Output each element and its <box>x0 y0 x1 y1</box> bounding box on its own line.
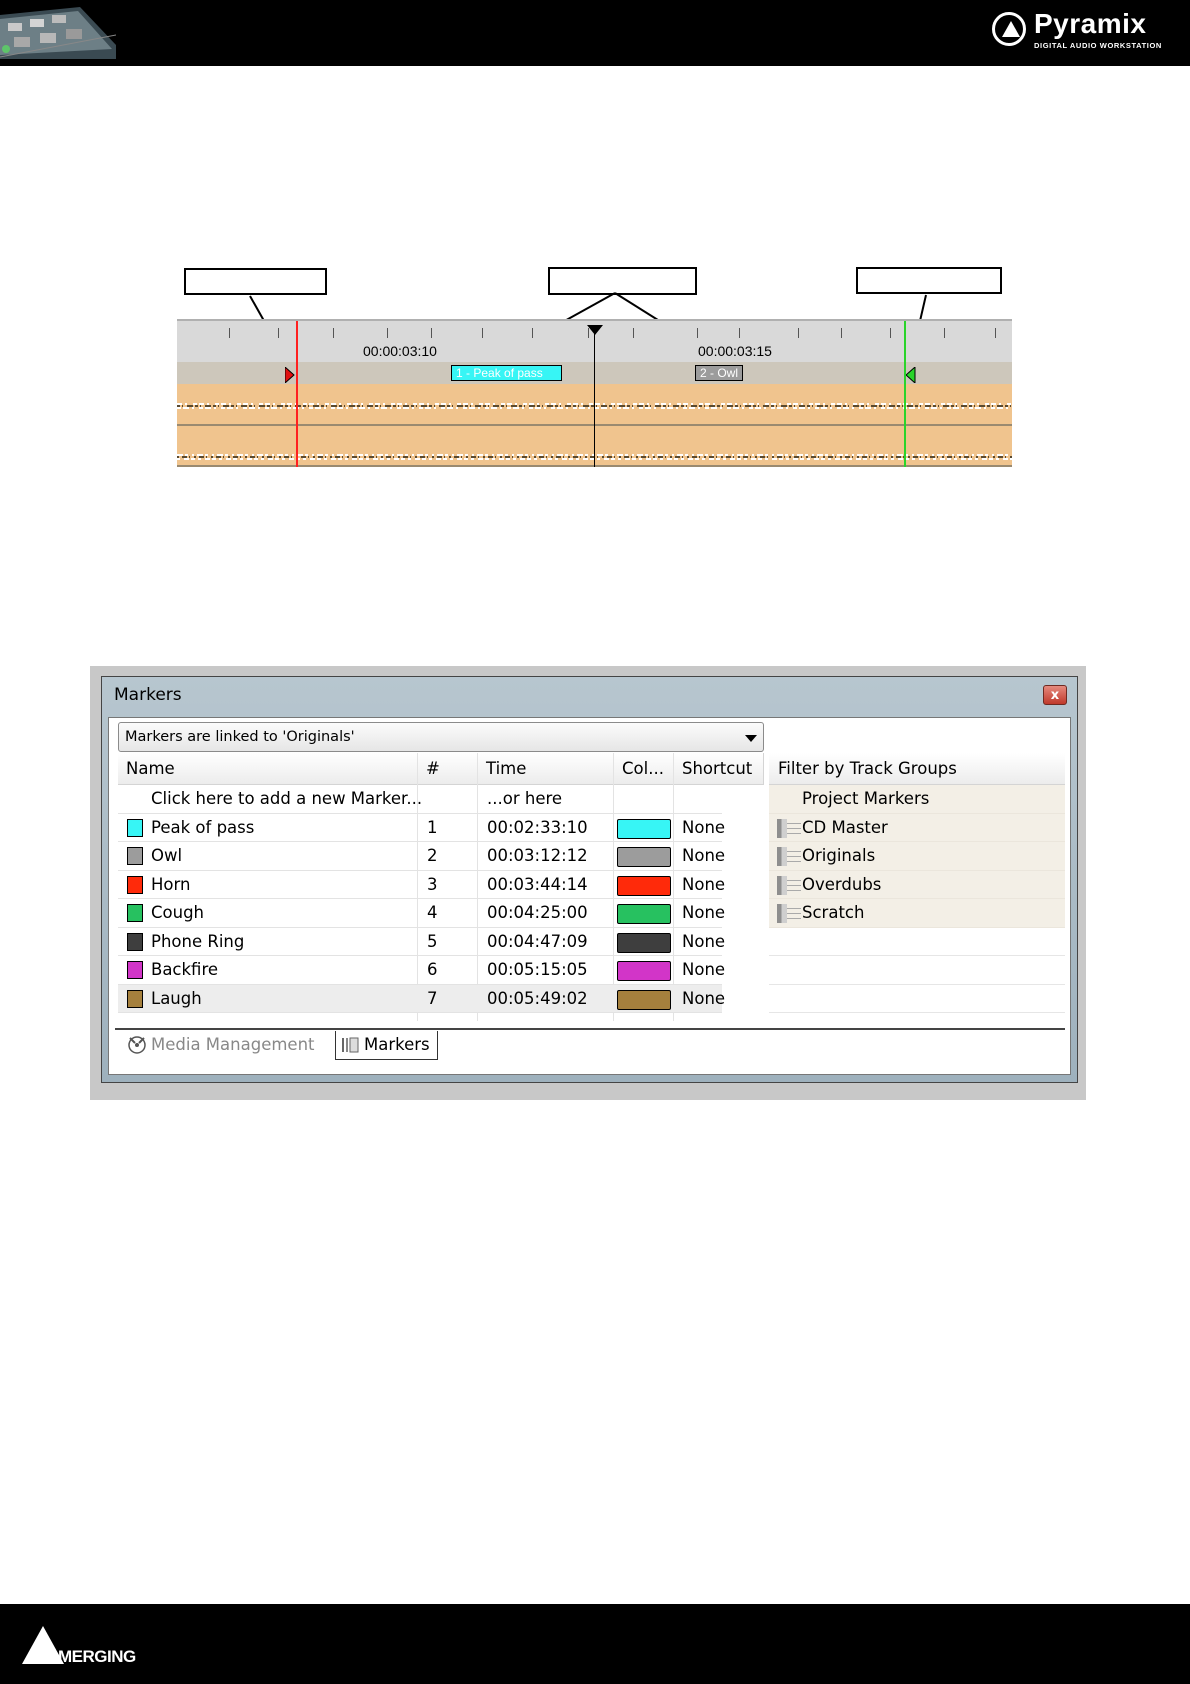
marker-name-cell[interactable]: Cough <box>151 899 204 927</box>
marker-color-box[interactable] <box>617 989 671 1010</box>
marker-row[interactable]: Owl 2 00:03:12:12 None <box>118 842 725 871</box>
marker-shortcut-cell[interactable]: None <box>682 842 725 870</box>
filter-header: Filter by Track Groups <box>769 753 1065 785</box>
filter-empty-row <box>769 956 1065 985</box>
timeline-view[interactable]: 00:00:03:10 00:00:03:15 1 - Peak of pass… <box>177 319 1012 467</box>
column-header-name[interactable]: Name <box>118 753 418 785</box>
filter-item-scratch[interactable]: Scratch <box>769 899 1065 928</box>
marker-color-swatch <box>127 932 143 951</box>
marker-shortcut-cell[interactable]: None <box>682 928 725 956</box>
page-footer: MERGING <box>0 1604 1190 1684</box>
track-group-icon <box>777 847 801 866</box>
marker-color-swatch <box>127 847 143 865</box>
in-point-flag-icon[interactable] <box>285 367 295 383</box>
column-header-time[interactable]: Time <box>478 753 614 785</box>
marker-color-box[interactable] <box>617 875 671 896</box>
window-client-area: Markers are linked to 'Originals' Name #… <box>108 717 1071 1075</box>
track-group-icon <box>777 904 801 923</box>
marker-name-cell[interactable]: Peak of pass <box>151 814 254 842</box>
marker-color-swatch <box>127 989 143 1008</box>
marker-time-cell[interactable]: 00:05:15:05 <box>487 956 588 984</box>
marker-number-cell: 5 <box>427 931 438 951</box>
panel-tab-bar: Media Management Markers <box>115 1028 1065 1064</box>
marker-color-box[interactable] <box>617 932 671 953</box>
marker-number-cell: 4 <box>427 903 438 922</box>
marker-flag-owl[interactable]: 2 - Owl <box>695 365 743 381</box>
marker-time-cell[interactable]: 00:04:25:00 <box>487 899 588 927</box>
marker-time-cell[interactable]: 00:05:49:02 <box>487 985 588 1013</box>
markers-table: Name # Time Col... Shortcut Click here t… <box>118 753 764 1042</box>
marker-row[interactable]: Backfire 6 00:05:15:05 None <box>118 956 725 985</box>
timecode-label: 00:00:03:15 <box>698 343 772 359</box>
marker-time-cell[interactable]: 00:02:33:10 <box>487 814 588 842</box>
add-marker-row[interactable]: Click here to add a new Marker... ...or … <box>118 785 722 814</box>
marker-color-swatch <box>127 875 143 894</box>
marker-color-swatch <box>127 961 143 979</box>
marker-color-box[interactable] <box>617 847 671 867</box>
timecode-label: 00:00:03:10 <box>363 343 437 359</box>
marker-name-cell[interactable]: Laugh <box>151 985 202 1013</box>
marker-row[interactable]: Horn 3 00:03:44:14 None <box>118 871 725 899</box>
dropdown-caret-icon <box>745 735 757 742</box>
marker-row[interactable]: Phone Ring 5 00:04:47:09 None <box>118 928 725 956</box>
filter-empty-row <box>769 984 1065 1013</box>
marker-flag-peak-of-pass[interactable]: 1 - Peak of pass <box>451 365 562 381</box>
column-header-color[interactable]: Col... <box>614 753 674 785</box>
marker-color-swatch <box>127 818 143 837</box>
marker-color-box[interactable] <box>617 904 671 924</box>
marker-row[interactable]: Laugh 7 00:05:49:02 None <box>118 984 725 1013</box>
window-title: Markers <box>114 685 182 705</box>
marker-time-cell[interactable]: 00:03:44:14 <box>487 871 588 899</box>
marker-color-swatch <box>127 904 143 922</box>
marker-link-dropdown-value: Markers are linked to 'Originals' <box>125 729 355 745</box>
marker-number-cell: 7 <box>427 988 438 1008</box>
marker-name-cell[interactable]: Backfire <box>151 956 218 984</box>
playhead-icon[interactable] <box>587 325 603 337</box>
merging-logo-text: MERGING <box>58 1647 136 1666</box>
track-group-filter-panel: Filter by Track Groups Project Markers C… <box>769 753 1065 1021</box>
filter-empty-row <box>769 927 1065 956</box>
marker-shortcut-cell[interactable]: None <box>682 871 725 899</box>
marker-row[interactable]: Cough 4 00:04:25:00 None <box>118 899 725 928</box>
marker-number-cell: 1 <box>427 817 438 837</box>
media-management-icon <box>128 1036 146 1054</box>
marker-name-cell[interactable]: Horn <box>151 871 190 899</box>
marker-time-cell[interactable]: 00:04:47:09 <box>487 928 588 956</box>
markers-icon <box>342 1037 359 1053</box>
track-group-icon <box>777 875 801 895</box>
tab-markers[interactable]: Markers <box>335 1031 438 1060</box>
filter-item-project-markers[interactable]: Project Markers <box>769 785 1065 814</box>
marker-name-cell[interactable]: Owl <box>151 842 182 870</box>
marker-time-cell[interactable]: 00:03:12:12 <box>487 842 588 870</box>
close-button[interactable]: x <box>1043 685 1067 705</box>
track-group-icon <box>777 818 801 838</box>
add-marker-time-cell[interactable]: ...or here <box>487 785 562 813</box>
out-point-line[interactable] <box>904 321 906 467</box>
column-header-number[interactable]: # <box>418 753 478 785</box>
marker-color-box[interactable] <box>617 818 671 839</box>
marker-shortcut-cell[interactable]: None <box>682 956 725 984</box>
marker-row[interactable]: Peak of pass 1 00:02:33:10 None <box>118 814 725 842</box>
marker-number-cell: 6 <box>427 960 438 979</box>
add-marker-name-cell[interactable]: Click here to add a new Marker... <box>151 785 422 813</box>
column-header-shortcut[interactable]: Shortcut <box>674 753 764 785</box>
filter-item-cd-master[interactable]: CD Master <box>769 813 1065 842</box>
filter-item-overdubs[interactable]: Overdubs <box>769 870 1065 899</box>
filter-item-originals[interactable]: Originals <box>769 842 1065 871</box>
marker-name-cell[interactable]: Phone Ring <box>151 928 244 956</box>
marker-shortcut-cell[interactable]: None <box>682 899 725 927</box>
marker-number-cell: 2 <box>427 846 438 865</box>
marker-link-dropdown[interactable]: Markers are linked to 'Originals' <box>118 722 764 752</box>
marker-number-cell: 3 <box>427 874 438 894</box>
marker-shortcut-cell[interactable]: None <box>682 814 725 842</box>
playhead-line[interactable] <box>594 329 595 467</box>
marker-color-box[interactable] <box>617 961 671 981</box>
in-point-line[interactable] <box>296 321 298 467</box>
marker-shortcut-cell[interactable]: None <box>682 985 725 1013</box>
out-point-flag-icon[interactable] <box>906 367 916 383</box>
tab-media-management[interactable]: Media Management <box>121 1031 333 1060</box>
markers-window: Markers x Markers are linked to 'Origina… <box>101 676 1078 1083</box>
